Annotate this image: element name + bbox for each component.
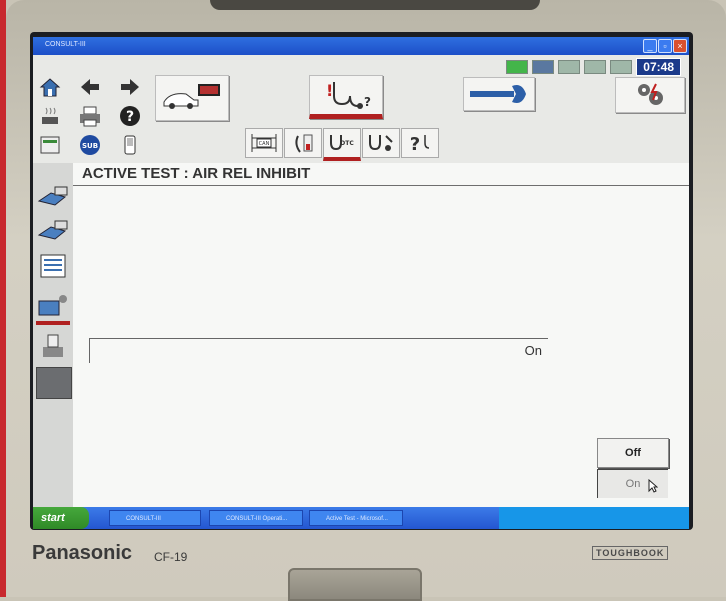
mi-status-icon — [610, 60, 633, 74]
left-tool-1-icon[interactable] — [36, 181, 70, 211]
help-icon[interactable]: ? — [117, 104, 143, 128]
sub-icon[interactable]: SUB — [77, 133, 103, 157]
window-titlebar: CONSULT-III _ ▫ × — [33, 37, 689, 55]
signal-icon — [558, 60, 581, 74]
vehicle-ecu-button[interactable] — [155, 75, 229, 121]
toughbook-badge: TOUGHBOOK — [592, 546, 669, 560]
help-question-icon: ? — [410, 134, 430, 154]
svg-text:SUB: SUB — [82, 142, 98, 150]
screen-icon[interactable] — [37, 133, 63, 157]
left-tool-3-icon[interactable] — [36, 251, 70, 281]
diagnosis-icon: !? — [326, 81, 371, 109]
forward-arrow-icon[interactable] — [117, 75, 143, 99]
print-icon[interactable] — [77, 104, 103, 128]
restore-button[interactable]: ▫ — [658, 39, 672, 53]
active-test-button[interactable] — [362, 128, 400, 158]
vi-status-icon — [584, 60, 607, 74]
left-sidebar — [33, 163, 73, 507]
sub-toolbar: CAN DTC ? — [245, 128, 439, 161]
dtc-icon: DTC — [330, 135, 354, 151]
model-label: CF-19 — [154, 550, 188, 564]
toolbar: 07:48 ? SUB ! ? CAN DTC ? — [33, 55, 689, 163]
left-tool-5-icon[interactable] — [36, 331, 70, 361]
back-arrow-icon[interactable] — [77, 75, 103, 99]
home-icon[interactable] — [37, 75, 63, 99]
svg-text:DTC: DTC — [340, 140, 354, 147]
close-button[interactable]: × — [673, 39, 687, 53]
bezel-top-lip — [210, 0, 540, 10]
on-button[interactable]: On — [597, 469, 668, 498]
minimize-button[interactable]: _ — [643, 39, 657, 53]
svg-text:?: ? — [410, 134, 420, 154]
active-test-panel: ACTIVE TEST : AIR REL INHIBIT On Off On — [73, 163, 689, 507]
system-tray — [499, 507, 689, 529]
help-question-button[interactable]: ? — [401, 128, 439, 158]
window-title: CONSULT-III — [45, 41, 86, 48]
task-active-test-doc[interactable]: Active Test - Microsof... — [309, 510, 403, 526]
device-icon[interactable] — [117, 133, 143, 157]
mouse-cursor-icon — [648, 476, 659, 504]
screen-latch — [288, 568, 422, 601]
task-operation-manual[interactable]: CONSULT-III Operati... — [209, 510, 303, 526]
brand-logo: Panasonic — [32, 542, 133, 564]
dtc-button[interactable]: DTC — [323, 128, 361, 161]
vehicle-ecu-icon — [163, 84, 220, 109]
svg-text:?: ? — [364, 95, 371, 109]
svg-text:?: ? — [126, 109, 134, 125]
data-monitor-icon — [295, 134, 313, 153]
active-test-icon — [369, 135, 393, 151]
off-button[interactable]: Off — [597, 438, 669, 468]
settings-icon[interactable] — [37, 104, 63, 128]
status-area: 07:48 — [506, 58, 681, 76]
gears-icon — [638, 83, 663, 105]
diagnosis-button[interactable]: !? — [309, 75, 383, 119]
battery-icon — [532, 60, 555, 74]
left-tool-6-icon[interactable] — [36, 367, 72, 399]
data-monitor-button[interactable] — [284, 128, 322, 158]
can-icon: CAN — [251, 134, 277, 152]
wrench-button[interactable] — [463, 77, 535, 111]
app-window: 07:48 ? SUB ! ? CAN DTC ? ACTIVE TEST: … — [33, 55, 689, 507]
clock: 07:48 — [636, 58, 681, 76]
start-button[interactable]: start — [33, 507, 89, 529]
can-button[interactable]: CAN — [245, 128, 283, 158]
left-tool-2-icon[interactable] — [36, 215, 70, 245]
gears-button[interactable] — [615, 77, 685, 113]
wrench-icon — [470, 85, 526, 103]
test-value: On — [524, 343, 542, 358]
left-tool-4-icon[interactable] — [36, 291, 70, 325]
connection-icon — [506, 60, 529, 74]
svg-text:CAN: CAN — [259, 141, 270, 147]
task-consult[interactable]: CONSULT-III — [109, 510, 201, 526]
test-value-display: On — [89, 338, 548, 363]
page-title: ACTIVE TEST : AIR REL INHIBIT — [73, 163, 689, 186]
taskbar: start CONSULT-III CONSULT-III Operati...… — [33, 507, 689, 529]
window-controls: _ ▫ × — [643, 39, 687, 53]
svg-text:!: ! — [326, 81, 333, 100]
